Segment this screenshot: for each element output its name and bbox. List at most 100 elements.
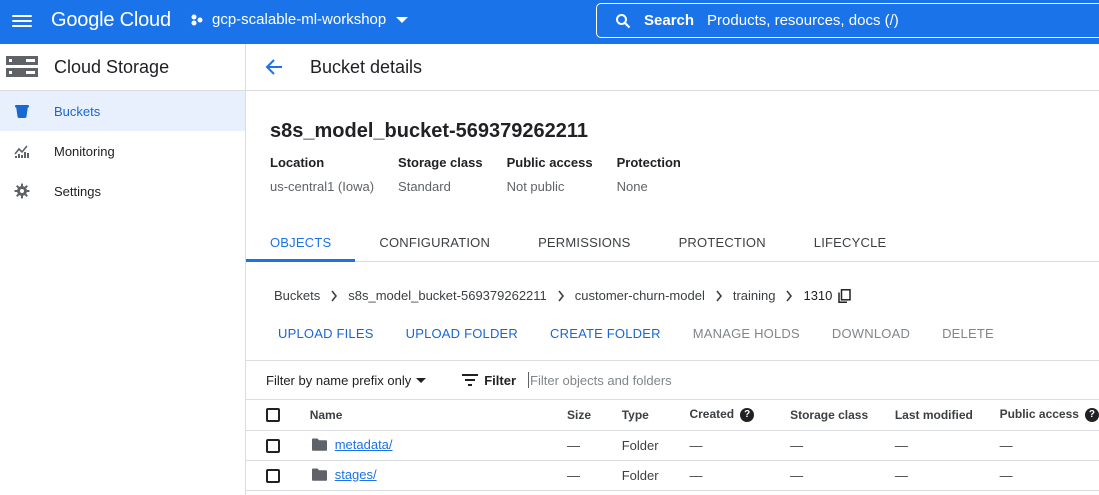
upload-folder-button[interactable]: UPLOAD FOLDER xyxy=(390,326,534,341)
project-selector[interactable]: gcp-scalable-ml-workshop xyxy=(190,11,409,28)
tab-protection[interactable]: PROTECTION xyxy=(655,224,790,262)
bucket-icon xyxy=(15,105,29,118)
folder-icon xyxy=(311,468,327,481)
tab-objects[interactable]: OBJECTS xyxy=(246,224,356,262)
sidebar-item-settings[interactable]: Settings xyxy=(0,171,245,211)
prop-value: Standard xyxy=(398,179,451,194)
back-arrow-icon[interactable] xyxy=(264,57,284,77)
prop-public-access: Public access Not public xyxy=(507,155,593,194)
product-title: Cloud Storage xyxy=(54,56,170,77)
breadcrumb-model[interactable]: customer-churn-model xyxy=(575,288,705,303)
col-header-storage-class[interactable]: Storage class xyxy=(790,400,895,431)
breadcrumb: Buckets s8s_model_bucket-569379262211 cu… xyxy=(274,288,852,303)
action-bar: UPLOAD FILES UPLOAD FOLDER CREATE FOLDER… xyxy=(262,326,1010,341)
folder-icon xyxy=(311,438,327,451)
col-header-size[interactable]: Size xyxy=(567,400,622,431)
filter-icon xyxy=(462,374,479,386)
project-name: gcp-scalable-ml-workshop xyxy=(212,11,387,28)
name-cell: stages/ xyxy=(309,460,568,491)
prop-key: Storage class xyxy=(398,155,483,170)
sidebar-item-monitoring[interactable]: Monitoring xyxy=(0,131,245,171)
folder-link[interactable]: stages/ xyxy=(335,467,377,482)
name-cell: metadata/ xyxy=(309,430,568,461)
storage-class-cell: — xyxy=(790,430,895,461)
row-checkbox[interactable] xyxy=(266,438,280,453)
search-label: Search xyxy=(644,12,695,29)
chevron-right-icon xyxy=(331,290,338,301)
prop-storage-class: Storage class Standard xyxy=(398,155,483,194)
objects-table: Name Size Type Created? Storage class La… xyxy=(246,400,1099,491)
breadcrumb-current: 1310 xyxy=(803,288,833,303)
download-button[interactable]: DOWNLOAD xyxy=(816,326,926,341)
col-header-label: Created xyxy=(689,407,735,422)
filter-input[interactable] xyxy=(528,372,829,388)
project-icon xyxy=(191,14,203,25)
sidebar-header: Cloud Storage xyxy=(0,44,245,91)
row-select-cell xyxy=(246,460,310,491)
prop-value: us-central1 (Iowa) xyxy=(270,179,375,194)
sidebar-item-label: Buckets xyxy=(54,103,101,119)
size-cell: — xyxy=(567,430,622,461)
tab-permissions[interactable]: PERMISSIONS xyxy=(514,224,655,262)
created-cell: — xyxy=(689,460,791,491)
storage-icon xyxy=(6,56,38,77)
col-header-created[interactable]: Created? xyxy=(689,400,791,431)
chevron-right-icon xyxy=(786,290,793,301)
tab-configuration[interactable]: CONFIGURATION xyxy=(355,224,514,262)
upload-files-button[interactable]: UPLOAD FILES xyxy=(262,326,390,341)
row-checkbox[interactable] xyxy=(266,468,280,483)
tab-bar: OBJECTS CONFIGURATION PERMISSIONS PROTEC… xyxy=(246,224,1099,262)
table-row: stages/ — Folder — — — — xyxy=(246,460,1099,491)
help-icon[interactable]: ? xyxy=(1084,408,1099,423)
size-cell: — xyxy=(567,460,622,491)
tab-lifecycle[interactable]: LIFECYCLE xyxy=(790,224,911,262)
search-placeholder: Products, resources, docs (/) xyxy=(707,12,899,29)
col-header-last-modified[interactable]: Last modified xyxy=(894,400,1000,431)
prop-value: Not public xyxy=(506,179,565,194)
chevron-right-icon xyxy=(558,290,564,301)
filter-mode-label: Filter by name prefix only xyxy=(266,372,412,388)
page-header: Bucket details xyxy=(246,44,1099,91)
row-select-cell xyxy=(246,430,310,461)
prop-location: Location us-central1 (Iowa) xyxy=(270,155,374,194)
last-modified-cell: — xyxy=(894,430,1000,461)
created-cell: — xyxy=(689,430,791,461)
prop-key: Public access xyxy=(506,155,593,170)
storage-class-cell: — xyxy=(790,460,895,491)
select-all-checkbox[interactable] xyxy=(266,408,280,423)
breadcrumb-buckets[interactable]: Buckets xyxy=(274,288,320,303)
prop-key: Protection xyxy=(616,155,681,170)
main-content: Bucket details s8s_model_bucket-56937926… xyxy=(246,44,1099,495)
help-icon[interactable]: ? xyxy=(740,408,755,423)
col-header-type[interactable]: Type xyxy=(621,400,690,431)
google-cloud-logo[interactable]: Google Cloud xyxy=(51,9,171,32)
bucket-properties: Location us-central1 (Iowa) Storage clas… xyxy=(270,155,705,194)
create-folder-button[interactable]: CREATE FOLDER xyxy=(534,326,677,341)
copy-icon[interactable] xyxy=(838,288,852,303)
filter-button[interactable]: Filter xyxy=(462,373,516,388)
chart-icon xyxy=(14,145,29,158)
delete-button[interactable]: DELETE xyxy=(926,326,1010,341)
col-header-label: Public access xyxy=(999,407,1079,422)
sidebar-item-label: Settings xyxy=(54,183,101,199)
top-bar: Google Cloud gcp-scalable-ml-workshop Se… xyxy=(0,0,1099,44)
chevron-down-icon xyxy=(416,377,427,383)
chevron-right-icon xyxy=(716,290,722,301)
folder-link[interactable]: metadata/ xyxy=(335,437,393,452)
col-header-name[interactable]: Name xyxy=(309,400,568,431)
bucket-name: s8s_model_bucket-569379262211 xyxy=(270,120,589,142)
table-header-row: Name Size Type Created? Storage class La… xyxy=(246,400,1099,431)
manage-holds-button[interactable]: MANAGE HOLDS xyxy=(677,326,816,341)
last-modified-cell: — xyxy=(894,460,1000,491)
filter-mode-dropdown[interactable]: Filter by name prefix only xyxy=(266,372,427,388)
chevron-down-icon xyxy=(396,16,409,23)
breadcrumb-training[interactable]: training xyxy=(733,288,776,303)
menu-icon[interactable] xyxy=(12,12,32,32)
search-box[interactable]: Search Products, resources, docs (/) xyxy=(596,3,1099,38)
breadcrumb-bucket[interactable]: s8s_model_bucket-569379262211 xyxy=(348,288,547,303)
col-header-public-access[interactable]: Public access? xyxy=(999,400,1099,431)
search-icon xyxy=(616,13,631,28)
sidebar-item-buckets[interactable]: Buckets xyxy=(0,91,245,131)
public-access-cell: — xyxy=(999,460,1099,491)
sidebar-item-label: Monitoring xyxy=(54,143,115,159)
